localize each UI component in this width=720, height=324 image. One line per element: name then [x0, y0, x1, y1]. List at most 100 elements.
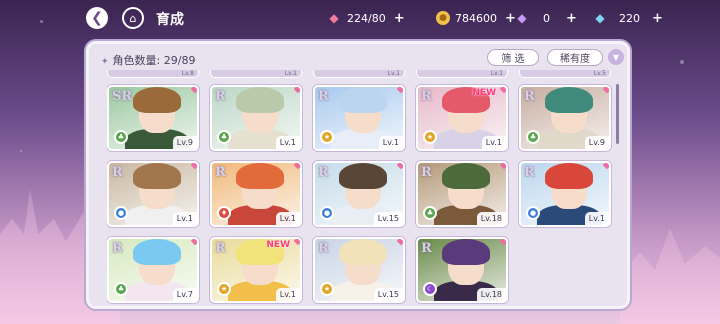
partial-card[interactable]: Lv.1 [210, 70, 302, 78]
character-grid[interactable]: Lv.8 Lv.1 Lv.1 Lv.1 Lv.5 SR ♣ Lv.9 R ♣ Lv.1 R ★ Lv.1 R… [107, 70, 617, 306]
rarity-badge: R [524, 89, 535, 104]
back-arrow-icon[interactable]: ❮ [86, 7, 108, 29]
character-card[interactable]: R ♣ Lv.9 [519, 85, 611, 151]
card-level: Lv.1 [275, 288, 300, 301]
character-count: ✦ 角色数量: 29/89 [101, 52, 195, 68]
card-level: Lv.1 [584, 212, 609, 225]
leaf-icon: ♣ [526, 130, 540, 144]
drop-icon: ● [320, 206, 334, 220]
add-blue-gem-button[interactable]: + [652, 11, 663, 26]
card-level: Lv.7 [172, 288, 197, 301]
card-level: Lv.1 [275, 212, 300, 225]
leaf-icon: ♣ [217, 130, 231, 144]
portrait-hair [339, 87, 387, 113]
blue-gem-value: 220 [619, 11, 640, 25]
page-title: 育成 [156, 12, 184, 28]
candy-icon: ◆ [329, 11, 339, 25]
scrollbar[interactable] [616, 84, 619, 144]
home-icon[interactable]: ⌂ [122, 7, 144, 29]
portrait-hair [236, 163, 284, 189]
rarity-badge: R [112, 241, 123, 256]
character-card[interactable]: R ● Lv.1 [519, 161, 611, 227]
rarity-sort-button[interactable]: 稀有度 [547, 49, 603, 66]
partial-card-level: Lv.8 [181, 70, 194, 77]
partial-card-level: Lv.1 [490, 70, 503, 77]
castle-silhouette-right [620, 228, 720, 324]
card-level: Lv.1 [172, 212, 197, 225]
card-level: Lv.9 [584, 136, 609, 149]
sparkle [20, 150, 22, 152]
flame-icon: ♦ [217, 206, 231, 220]
portrait-hair [442, 239, 490, 265]
partial-card-level: Lv.1 [387, 70, 400, 77]
coin-resource: ● 784600 + [436, 10, 516, 26]
character-card[interactable]: R ♣ Lv.18 [416, 161, 508, 227]
character-card[interactable]: R ● Lv.1 [107, 161, 199, 227]
character-panel: ✦ 角色数量: 29/89 筛 选 稀有度 ▼ Lv.8 Lv.1 Lv.1 Lv.1 L… [86, 41, 630, 309]
add-candy-button[interactable]: + [394, 11, 405, 26]
portrait-hair [339, 239, 387, 265]
rarity-badge: R [112, 165, 123, 180]
partial-card-level: Lv.1 [284, 70, 297, 77]
diamond-bullet-icon: ✦ [101, 57, 109, 67]
portrait-hair [133, 163, 181, 189]
card-level: Lv.1 [275, 136, 300, 149]
portrait-hair [133, 87, 181, 113]
rarity-badge: R [421, 165, 432, 180]
character-count-text: 角色数量: 29/89 [112, 54, 196, 67]
character-card[interactable]: R ☾ Lv.18 [416, 237, 508, 303]
drop-icon: ● [114, 206, 128, 220]
partial-card[interactable]: Lv.1 [313, 70, 405, 78]
sort-toggle-icon[interactable]: ▼ [608, 49, 624, 65]
coin-value: 784600 [455, 11, 497, 25]
blue-gem-resource: ◆ 220 + [592, 10, 663, 26]
purple-gem-value: 0 [543, 11, 550, 25]
rarity-badge: R [318, 241, 329, 256]
rarity-badge: R [524, 165, 535, 180]
leaf-icon: ♣ [423, 206, 437, 220]
rarity-badge: R [215, 165, 226, 180]
partial-card[interactable]: Lv.8 [107, 70, 199, 78]
new-badge: NEW [472, 88, 496, 98]
portrait-hair [545, 163, 593, 189]
character-card[interactable]: R ♦ Lv.1 [210, 161, 302, 227]
card-level: Lv.9 [172, 136, 197, 149]
portrait-hair [442, 163, 490, 189]
filter-button[interactable]: 筛 选 [487, 49, 539, 66]
character-card[interactable]: R ★ Lv.1 NEW [210, 237, 302, 303]
purple-gem-icon: ◆ [517, 11, 527, 25]
card-level: Lv.15 [373, 212, 403, 225]
character-card[interactable]: R ★ Lv.15 [313, 237, 405, 303]
character-card[interactable]: R ♣ Lv.1 [210, 85, 302, 151]
rarity-badge: R [421, 241, 432, 256]
purple-gem-resource: ◆ 0 + [514, 10, 577, 26]
character-card[interactable]: SR ♣ Lv.9 [107, 85, 199, 151]
character-card[interactable]: R ★ Lv.1 NEW [416, 85, 508, 151]
star-icon: ★ [217, 282, 231, 296]
leaf-icon: ♣ [114, 282, 128, 296]
star-icon: ★ [320, 130, 334, 144]
sparkle [680, 60, 684, 64]
partial-card[interactable]: Lv.1 [416, 70, 508, 78]
partial-card[interactable]: Lv.5 [519, 70, 611, 78]
rarity-badge: R [215, 241, 226, 256]
star-icon: ★ [320, 282, 334, 296]
candy-value: 224/80 [347, 11, 386, 25]
character-card[interactable]: R ★ Lv.1 [313, 85, 405, 151]
rarity-badge: R [318, 89, 329, 104]
character-card[interactable]: R ♣ Lv.7 [107, 237, 199, 303]
moon-icon: ☾ [423, 282, 437, 296]
portrait-hair [133, 239, 181, 265]
card-level: Lv.18 [476, 288, 506, 301]
candy-resource: ◆ 224/80 + [326, 10, 405, 26]
top-bar: ❮ ⌂ 育成 ◆ 224/80 + ● 784600 + ◆ 0 + ◆ 220… [0, 0, 720, 36]
add-purple-gem-button[interactable]: + [566, 11, 577, 26]
blue-gem-icon: ◆ [595, 11, 605, 25]
character-card[interactable]: R ● Lv.15 [313, 161, 405, 227]
card-level: Lv.1 [378, 136, 403, 149]
card-level: Lv.15 [373, 288, 403, 301]
coin-icon: ● [436, 11, 450, 25]
rarity-badge: R [318, 165, 329, 180]
star-icon: ★ [423, 130, 437, 144]
new-badge: NEW [266, 240, 290, 250]
